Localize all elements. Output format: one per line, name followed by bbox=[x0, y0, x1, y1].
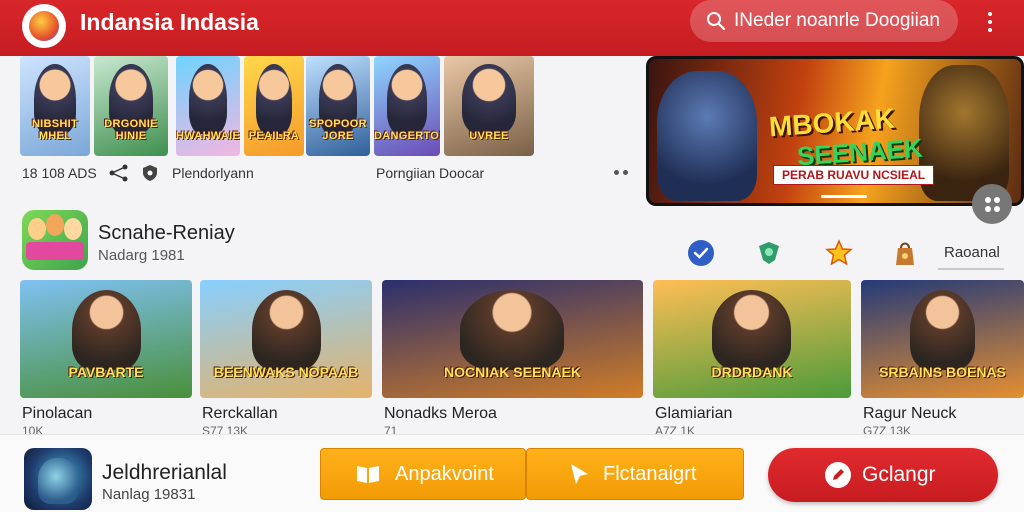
search-bar[interactable]: INeder noanrle Doogiian bbox=[690, 0, 958, 42]
card-caption: SRBAINS BOENAS bbox=[879, 364, 1006, 380]
top-thumbnail[interactable]: SPOPOOR JORE bbox=[306, 56, 370, 156]
search-input[interactable]: INeder noanrle Doogiian bbox=[734, 10, 940, 32]
action-button-2-label: Flctanaigrt bbox=[603, 462, 697, 485]
character-illustration bbox=[910, 290, 975, 370]
character-illustration bbox=[252, 290, 321, 370]
green-character-icon[interactable] bbox=[754, 238, 784, 268]
app-title: Indansia Indasia bbox=[80, 9, 259, 35]
character-illustration bbox=[256, 64, 292, 134]
section-app-icon[interactable] bbox=[22, 210, 88, 270]
thumbnail-caption: SPOPOOR JORE bbox=[309, 118, 367, 142]
thumbnail-caption: DRGONIE HINIE bbox=[104, 118, 158, 142]
book-icon bbox=[357, 466, 379, 483]
thumbnail-caption: UVREE bbox=[469, 130, 509, 142]
card-title[interactable]: Nonadks Meroa bbox=[384, 405, 497, 423]
check-circle-icon[interactable] bbox=[686, 238, 716, 268]
share-icon[interactable] bbox=[108, 164, 130, 182]
card-title[interactable]: Ragur Neuck bbox=[863, 405, 956, 423]
character-illustration bbox=[72, 290, 141, 370]
hero-banner[interactable]: MBOKAK SEENAEK PERAB RUAVU NCSIEAL bbox=[646, 56, 1024, 206]
primary-button-label: Gclangr bbox=[862, 463, 936, 486]
ads-count: 18 108 ADS bbox=[22, 165, 97, 181]
game-card[interactable]: NOCNIAK SEENAEK bbox=[382, 280, 643, 398]
top-thumbnail[interactable]: PEAILRA bbox=[244, 56, 304, 156]
primary-button[interactable]: Gclangr bbox=[768, 448, 998, 502]
section-subtitle: Nadarg 1981 bbox=[98, 247, 185, 264]
grid-dots-icon bbox=[984, 196, 1000, 212]
star-character-icon[interactable] bbox=[824, 238, 854, 268]
card-title[interactable]: Pinolacan bbox=[22, 405, 92, 423]
shield-icon[interactable] bbox=[142, 164, 158, 182]
channel-name-2[interactable]: Porngiian Doocar bbox=[376, 165, 484, 181]
action-button-1-label: Anpakvoint bbox=[395, 462, 494, 485]
game-card[interactable]: SRBAINS BOENAS bbox=[861, 280, 1024, 398]
hero-progress-indicator bbox=[821, 195, 867, 198]
mascot-logo-icon[interactable] bbox=[22, 4, 66, 48]
card-caption: NOCNIAK SEENAEK bbox=[444, 364, 581, 380]
game-card[interactable]: DRDRDANK bbox=[653, 280, 851, 398]
search-icon bbox=[707, 12, 726, 31]
card-caption: BEENWAKS NOPAAB bbox=[213, 364, 359, 380]
creature-illustration bbox=[657, 71, 757, 201]
apps-grid-button[interactable] bbox=[972, 184, 1012, 224]
hero-tag: PERAB RUAVU NCSIEAL bbox=[773, 165, 935, 185]
character-illustration bbox=[460, 290, 564, 370]
top-thumbnail[interactable]: DRGONIE HINIE bbox=[94, 56, 168, 156]
featured-title: Jeldhrerianlal bbox=[102, 461, 227, 484]
section-title: Scnahe-Reniay bbox=[98, 222, 235, 244]
top-thumbnail[interactable]: HWAHWAIE bbox=[176, 56, 240, 156]
character-illustration bbox=[387, 64, 427, 134]
featured-app-icon[interactable] bbox=[24, 448, 92, 510]
card-caption: DRDRDANK bbox=[711, 364, 793, 380]
character-illustration bbox=[712, 290, 791, 370]
game-card[interactable]: BEENWAKS NOPAAB bbox=[200, 280, 372, 398]
character-illustration bbox=[462, 64, 516, 134]
thumbnail-caption: DANGERTONAK bbox=[374, 130, 440, 142]
top-thumbnail[interactable]: UVREE bbox=[444, 56, 534, 156]
more-vert-icon[interactable] bbox=[980, 8, 1000, 36]
thumbnail-caption: NIBSHIT MHEL bbox=[31, 118, 79, 142]
card-caption: PAVBARTE bbox=[68, 364, 144, 380]
top-thumbnail[interactable]: DANGERTONAK bbox=[374, 56, 440, 156]
more-dots-icon[interactable] bbox=[614, 170, 628, 175]
action-button-1[interactable]: Anpakvoint bbox=[320, 448, 526, 500]
top-thumbnail[interactable]: NIBSHIT MHEL bbox=[20, 56, 90, 156]
card-title[interactable]: Rerckallan bbox=[202, 405, 278, 423]
section-link-underline bbox=[938, 268, 1004, 270]
card-title[interactable]: Glamiarian bbox=[655, 405, 732, 423]
featured-subtitle: Nanlag 19831 bbox=[102, 486, 196, 503]
channel-name[interactable]: Plendorlyann bbox=[172, 165, 254, 181]
thumbnail-caption: PEAILRA bbox=[248, 130, 300, 142]
play-cursor-icon bbox=[571, 464, 588, 484]
action-button-2[interactable]: Flctanaigrt bbox=[526, 448, 744, 500]
game-card[interactable]: PAVBARTE bbox=[20, 280, 192, 398]
section-link[interactable]: Raoanal bbox=[944, 244, 1000, 261]
character-illustration bbox=[189, 64, 227, 134]
bag-character-icon[interactable] bbox=[890, 238, 920, 268]
thumbnail-caption: HWAHWAIE bbox=[176, 130, 240, 142]
edit-icon bbox=[825, 462, 851, 488]
app-bar: Indansia Indasia INeder noanrle Doogiian bbox=[0, 0, 1024, 56]
